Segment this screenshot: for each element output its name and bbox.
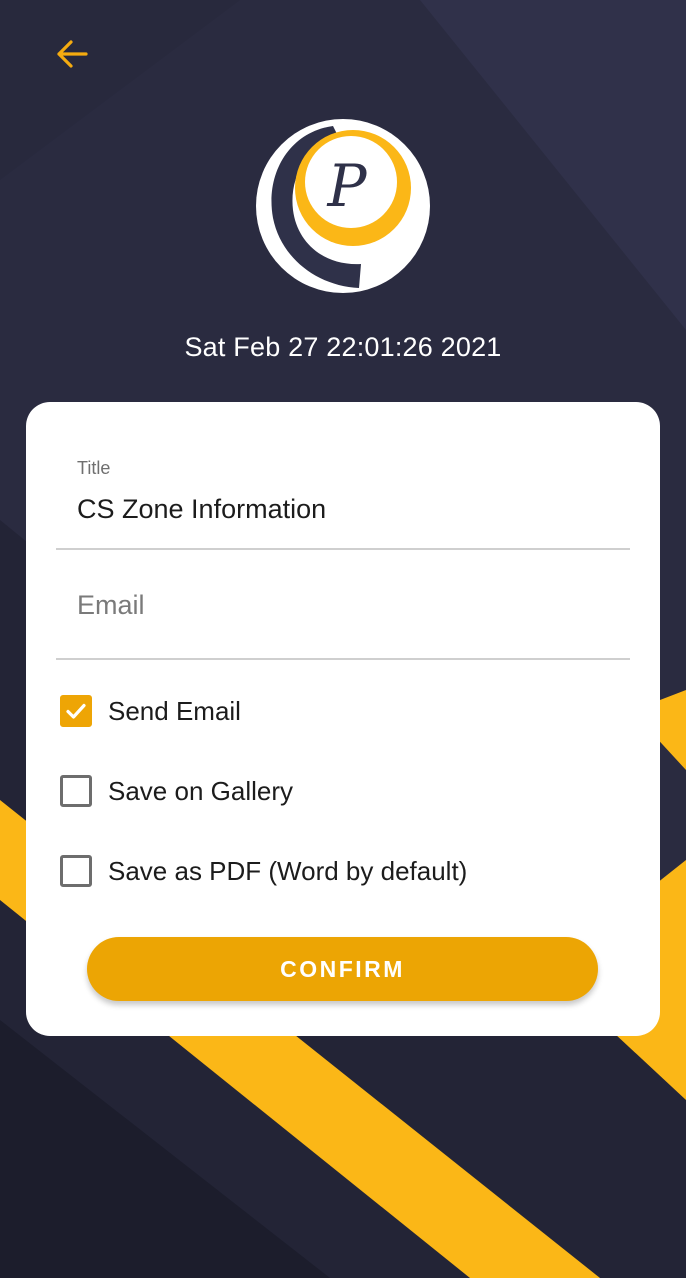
email-field[interactable] <box>56 562 630 660</box>
send-email-checkbox[interactable] <box>60 695 92 727</box>
logo-letter: P <box>326 152 367 220</box>
form-card: Title CS Zone Information Send Email Sav… <box>26 402 660 1036</box>
title-field-label: Title <box>77 458 111 478</box>
title-field-value[interactable]: CS Zone Information <box>77 494 620 525</box>
save-gallery-checkbox-row[interactable]: Save on Gallery <box>56 767 293 815</box>
save-gallery-label: Save on Gallery <box>108 775 293 806</box>
save-pdf-label: Save as PDF (Word by default) <box>108 855 468 886</box>
app-logo: P <box>256 119 430 293</box>
title-field[interactable]: Title CS Zone Information <box>56 444 630 550</box>
arrow-left-icon <box>57 40 88 68</box>
confirm-button[interactable]: CONFIRM <box>87 937 598 1001</box>
save-pdf-checkbox[interactable] <box>60 855 92 887</box>
send-email-label: Send Email <box>108 695 241 726</box>
back-button[interactable] <box>50 32 94 76</box>
send-email-checkbox-row[interactable]: Send Email <box>56 687 241 735</box>
timestamp: Sat Feb 27 22:01:26 2021 <box>184 332 502 362</box>
email-input[interactable] <box>77 590 617 621</box>
save-pdf-checkbox-row[interactable]: Save as PDF (Word by default) <box>56 847 467 895</box>
save-gallery-checkbox[interactable] <box>60 775 92 807</box>
checkmark-icon <box>66 703 86 719</box>
